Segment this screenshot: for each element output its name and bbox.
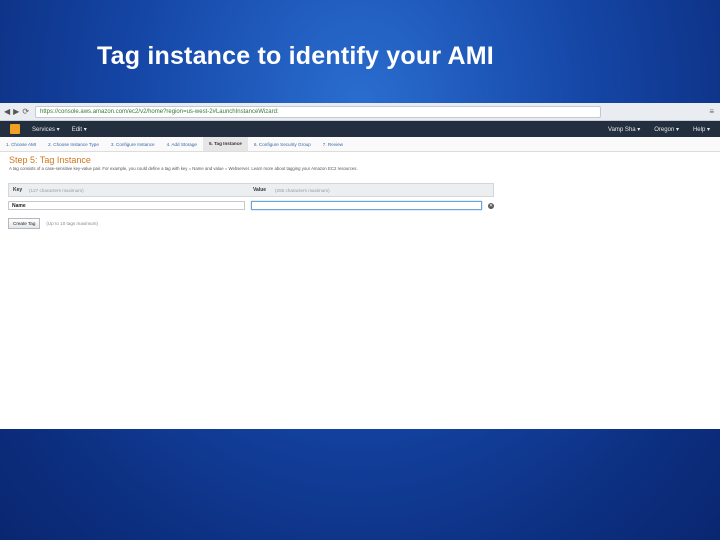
slide-title: Tag instance to identify your AMI bbox=[97, 42, 494, 70]
wizard-step-review[interactable]: 7. Review bbox=[317, 142, 349, 147]
wizard-step-tag-instance[interactable]: 5. Tag Instance bbox=[202, 137, 248, 151]
tag-table: Key (127 characters maximum) Value (255 … bbox=[8, 183, 494, 229]
forward-icon[interactable]: ▶ bbox=[13, 107, 19, 116]
wizard-step-add-storage[interactable]: 4. Add Storage bbox=[161, 142, 203, 147]
browser-toolbar: ◀ ▶ ⟳ https://console.aws.amazon.com/ec2… bbox=[0, 103, 720, 121]
wizard-step-instance-type[interactable]: 2. Choose Instance Type bbox=[42, 142, 105, 147]
back-icon[interactable]: ◀ bbox=[4, 107, 10, 116]
wizard-step-configure-instance[interactable]: 3. Configure Instance bbox=[105, 142, 161, 147]
remove-tag-icon[interactable]: ✕ bbox=[488, 202, 494, 209]
address-bar[interactable]: https://console.aws.amazon.com/ec2/v2/ho… bbox=[35, 105, 602, 118]
reload-icon[interactable]: ⟳ bbox=[22, 107, 29, 116]
key-column-header: Key bbox=[13, 187, 23, 193]
key-limit-hint: (127 characters maximum) bbox=[29, 187, 84, 193]
step-title: Step 5: Tag Instance bbox=[9, 155, 91, 165]
aws-top-bar: Services ▾ Edit ▾ Vamp Sha ▾ Oregon ▾ He… bbox=[0, 121, 720, 137]
create-tag-button[interactable]: Create Tag bbox=[8, 218, 41, 229]
tag-key-input[interactable]: Name bbox=[8, 201, 245, 210]
tag-limit-hint: (Up to 10 tags maximum) bbox=[46, 221, 98, 226]
browser-nav: ◀ ▶ ⟳ bbox=[4, 107, 29, 116]
region-menu[interactable]: Oregon ▾ bbox=[654, 126, 679, 133]
wizard-steps: 1. Choose AMI 2. Choose Instance Type 3.… bbox=[0, 137, 720, 152]
services-menu[interactable]: Services ▾ bbox=[32, 126, 60, 133]
account-menu[interactable]: Vamp Sha ▾ bbox=[608, 126, 640, 133]
tag-value-input[interactable] bbox=[251, 201, 482, 210]
step-description: A tag consists of a case-sensitive key-v… bbox=[9, 166, 358, 171]
edit-menu[interactable]: Edit ▾ bbox=[72, 126, 87, 133]
wizard-step-security-group[interactable]: 6. Configure Security Group bbox=[248, 142, 317, 147]
console-screenshot: ◀ ▶ ⟳ https://console.aws.amazon.com/ec2… bbox=[0, 103, 720, 429]
table-row: Name ✕ bbox=[8, 199, 494, 212]
aws-cube-icon[interactable] bbox=[10, 124, 20, 134]
menu-icon[interactable]: ≡ bbox=[709, 107, 714, 116]
value-column-header: Value bbox=[253, 187, 267, 193]
value-limit-hint: (255 characters maximum) bbox=[275, 187, 330, 193]
tag-table-header: Key (127 characters maximum) Value (255 … bbox=[8, 183, 494, 197]
wizard-step-choose-ami[interactable]: 1. Choose AMI bbox=[0, 142, 42, 147]
help-menu[interactable]: Help ▾ bbox=[693, 126, 710, 133]
